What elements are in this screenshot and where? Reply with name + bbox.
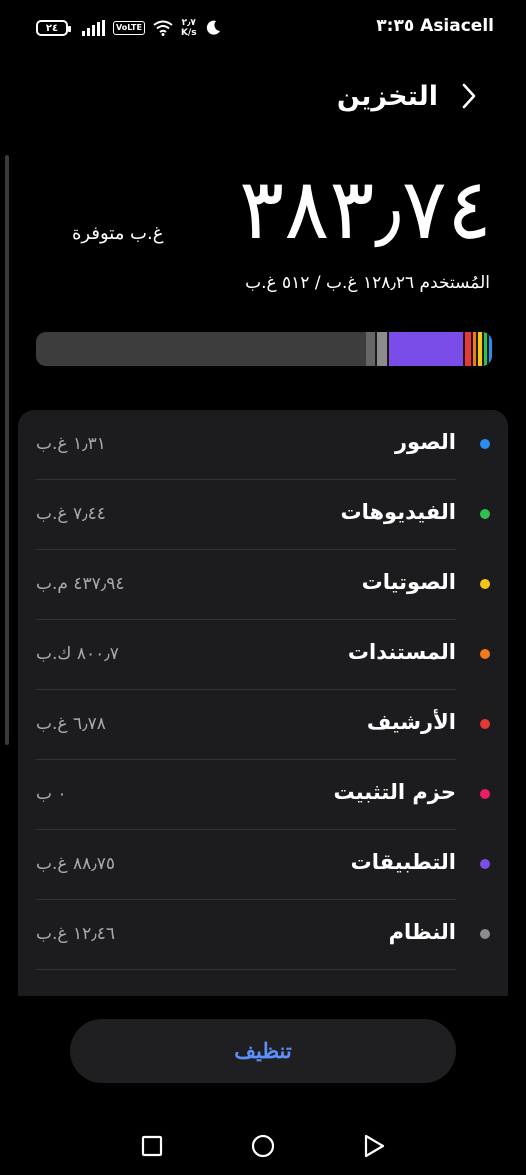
category-color-dot xyxy=(480,929,490,939)
category-size: ١٢٫٤٦ غ.ب xyxy=(36,924,116,944)
scroll-indicator[interactable] xyxy=(5,155,9,745)
category-name: الصوتيات xyxy=(361,570,456,594)
page-title: التخزين xyxy=(336,80,438,112)
category-row[interactable]: المستندات ٨٠٠٫٧ ك.ب xyxy=(18,620,508,690)
category-row[interactable]: الفيديوهات ٧٫٤٤ غ.ب xyxy=(18,480,508,550)
moon-icon xyxy=(206,20,220,35)
net-speed-value: ٢٫٧ xyxy=(181,18,196,28)
chevron-right-icon[interactable] xyxy=(456,78,482,114)
category-list: الصور ١٫٣١ غ.ب الفيديوهات ٧٫٤٤ غ.ب الصوتيات ٤… xyxy=(18,410,508,996)
category-color-dot xyxy=(480,439,490,449)
status-right: ٣:٣٥ Asiacell xyxy=(376,16,494,36)
usage-segment-other xyxy=(365,332,377,366)
back-triangle-icon[interactable] xyxy=(362,1134,386,1158)
available-storage-label: غ.ب متوفرة xyxy=(72,223,164,244)
home-circle-icon[interactable] xyxy=(251,1134,275,1158)
battery-level: ٢٤ xyxy=(45,22,59,34)
status-icons: ٢٤ VoLTE ٢٫٧ K/s xyxy=(36,18,221,38)
category-size: ٧٫٤٤ غ.ب xyxy=(36,504,106,524)
navigation-bar xyxy=(0,1120,526,1175)
category-row[interactable]: الصور ١٫٣١ غ.ب xyxy=(18,410,508,480)
used-storage-text: المُستخدم ١٢٨٫٢٦ غ.ب / ٥١٢ غ.ب xyxy=(245,273,490,293)
category-row[interactable]: حزم التثبيت ٠ ب xyxy=(18,760,508,830)
header: التخزين xyxy=(337,78,482,114)
category-size: ١٫٣١ غ.ب xyxy=(36,434,106,454)
usage-segment-apps xyxy=(388,332,465,366)
battery-icon: ٢٤ xyxy=(36,20,71,36)
category-name: التطبيقات xyxy=(350,850,456,874)
net-speed-unit: K/s xyxy=(180,28,197,38)
category-color-dot xyxy=(480,509,490,519)
status-bar: ٢٤ VoLTE ٢٫٧ K/s ٣:٣٥ Asiacell xyxy=(0,0,526,60)
category-name: النظام xyxy=(388,920,456,944)
category-color-dot xyxy=(480,859,490,869)
wifi-icon xyxy=(153,20,173,36)
list-fade xyxy=(18,970,508,996)
category-size: ٠ ب xyxy=(36,784,67,804)
recents-square-icon[interactable] xyxy=(140,1134,164,1158)
available-storage-value: ٣٨٣٫٧٤ xyxy=(239,160,492,258)
category-color-dot xyxy=(480,719,490,729)
clean-button[interactable]: تنظيف xyxy=(70,1019,456,1083)
category-color-dot xyxy=(480,579,490,589)
volte-icon: VoLTE xyxy=(113,21,145,35)
category-row[interactable]: الصوتيات ٤٣٧٫٩٤ م.ب xyxy=(18,550,508,620)
category-size: ٨٨٫٧٥ غ.ب xyxy=(36,854,116,874)
usage-segment-archive xyxy=(464,332,473,366)
category-name: المستندات xyxy=(347,640,456,664)
category-row[interactable]: النظام ١٢٫٤٦ غ.ب xyxy=(18,900,508,970)
usage-segment-system xyxy=(376,332,389,366)
signal-icon xyxy=(82,20,105,36)
status-time: ٣:٣٥ xyxy=(376,16,415,36)
category-row[interactable]: الأرشيف ٦٫٧٨ غ.ب xyxy=(18,690,508,760)
category-color-dot xyxy=(480,649,490,659)
category-size: ٨٠٠٫٧ ك.ب xyxy=(36,644,119,664)
storage-usage-bar xyxy=(36,332,492,366)
category-name: الأرشيف xyxy=(366,710,456,734)
net-speed: ٢٫٧ K/s xyxy=(181,18,197,38)
category-name: الصور xyxy=(394,430,456,454)
category-row[interactable]: التطبيقات ٨٨٫٧٥ غ.ب xyxy=(18,830,508,900)
category-size: ٦٫٧٨ غ.ب xyxy=(36,714,106,734)
carrier-name: Asiacell xyxy=(420,16,494,36)
category-size: ٤٣٧٫٩٤ م.ب xyxy=(36,574,125,594)
category-name: الفيديوهات xyxy=(340,500,457,524)
usage-segment-photos xyxy=(489,332,492,366)
category-color-dot xyxy=(480,789,490,799)
category-name: حزم التثبيت xyxy=(333,780,456,804)
